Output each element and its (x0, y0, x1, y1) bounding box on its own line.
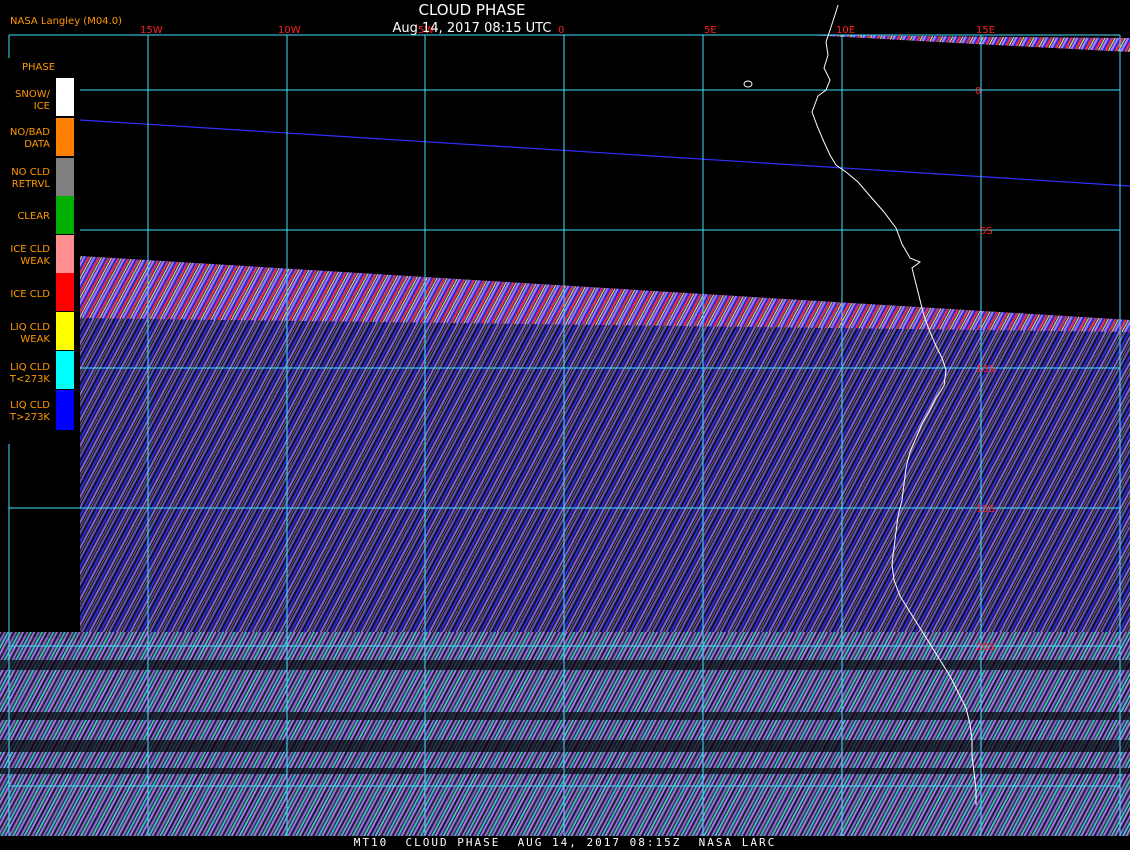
lat-label: 15S (976, 504, 995, 515)
legend-swatch (56, 118, 74, 156)
lat-label: 20S (976, 642, 995, 653)
source-label: NASA Langley (M04.0) (10, 16, 122, 27)
legend-swatch (56, 235, 74, 273)
lon-label: 15E (976, 25, 995, 36)
legend-swatch (56, 390, 74, 430)
legend-title: PHASE (22, 62, 56, 73)
page-subtitle: Aug 14, 2017 08:15 UTC (392, 21, 552, 36)
island-outline (743, 80, 753, 88)
legend-swatch (56, 196, 74, 234)
satellite-swath-upper-sliver (808, 35, 1130, 52)
legend-swatch (56, 312, 74, 350)
dark-streak (0, 712, 1130, 720)
legend-label: ICE CLD WEAK (10, 244, 50, 267)
dark-streak (0, 768, 1130, 774)
legend-swatch (56, 351, 74, 389)
lat-label: 10S (976, 364, 995, 375)
legend-label: LIQ CLD T>273K (9, 400, 50, 423)
cloud-phase-map-viewer: 15W 10W 5W 0 5E 10E 15E 0 5S 10S 15S 20S… (0, 0, 1130, 850)
orbit-track-line (79, 119, 1130, 187)
phase-legend: PHASE SNOW/ ICE NO/BAD DATA NO CLD RETRV… (0, 58, 80, 444)
legend-label: LIQ CLD T<273K (9, 362, 50, 385)
legend-label: NO/BAD DATA (9, 127, 50, 150)
legend-label: LIQ CLD WEAK (10, 322, 50, 345)
legend-swatch (56, 78, 74, 116)
legend-label: ICE CLD (10, 289, 50, 300)
dark-streak (0, 660, 1130, 670)
lat-label: 5S (980, 226, 993, 237)
page-title: CLOUD PHASE (418, 1, 526, 19)
legend-swatch (56, 158, 74, 196)
legend-label: NO CLD RETRVL (11, 167, 50, 190)
map-canvas: 15W 10W 5W 0 5E 10E 15E 0 5S 10S 15S 20S (0, 4, 1130, 836)
footer-caption: MT10 CLOUD PHASE AUG 14, 2017 08:15Z NAS… (0, 836, 1130, 850)
legend-label: CLEAR (17, 211, 50, 222)
lat-label: 0 (975, 86, 981, 97)
dark-streak (0, 740, 1130, 752)
legend-swatch (56, 273, 74, 311)
legend-label: SNOW/ ICE (15, 89, 50, 112)
